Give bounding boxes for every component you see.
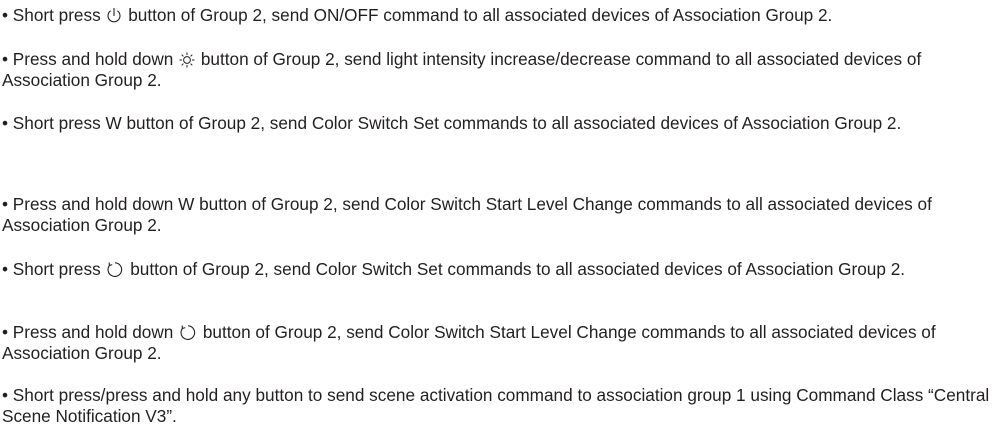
paragraph-text-start: • Press and hold down — [2, 49, 179, 69]
sun-brightness-icon — [179, 52, 195, 68]
color-wheel-icon — [106, 261, 124, 278]
paragraph-text-start: • Short press — [2, 5, 106, 25]
paragraph-text-end: button of Group 2, send Color Switch Set… — [125, 259, 906, 279]
paragraph-short-press-power: • Short press button of Group 2, send ON… — [2, 5, 992, 26]
paragraph-hold-color: • Press and hold down button of Group 2,… — [2, 322, 992, 364]
paragraph-text: • Short press/press and hold any button … — [2, 385, 994, 426]
paragraph-text-end: button of Group 2, send ON/OFF command t… — [123, 5, 833, 25]
paragraph-hold-brightness: • Press and hold down button of Group 2,… — [2, 49, 992, 91]
power-icon — [106, 7, 122, 24]
paragraph-text: • Short press W button of Group 2, send … — [2, 113, 902, 133]
color-wheel-icon — [179, 324, 197, 341]
paragraph-short-press-w: • Short press W button of Group 2, send … — [2, 113, 992, 134]
paragraph-hold-w: • Press and hold down W button of Group … — [2, 194, 992, 236]
paragraph-text-start: • Press and hold down — [2, 322, 179, 342]
paragraph-scene-activation: • Short press/press and hold any button … — [2, 385, 992, 427]
paragraph-text-start: • Short press — [2, 259, 106, 279]
paragraph-short-press-color: • Short press button of Group 2, send Co… — [2, 259, 992, 280]
paragraph-text: • Press and hold down W button of Group … — [2, 194, 936, 235]
